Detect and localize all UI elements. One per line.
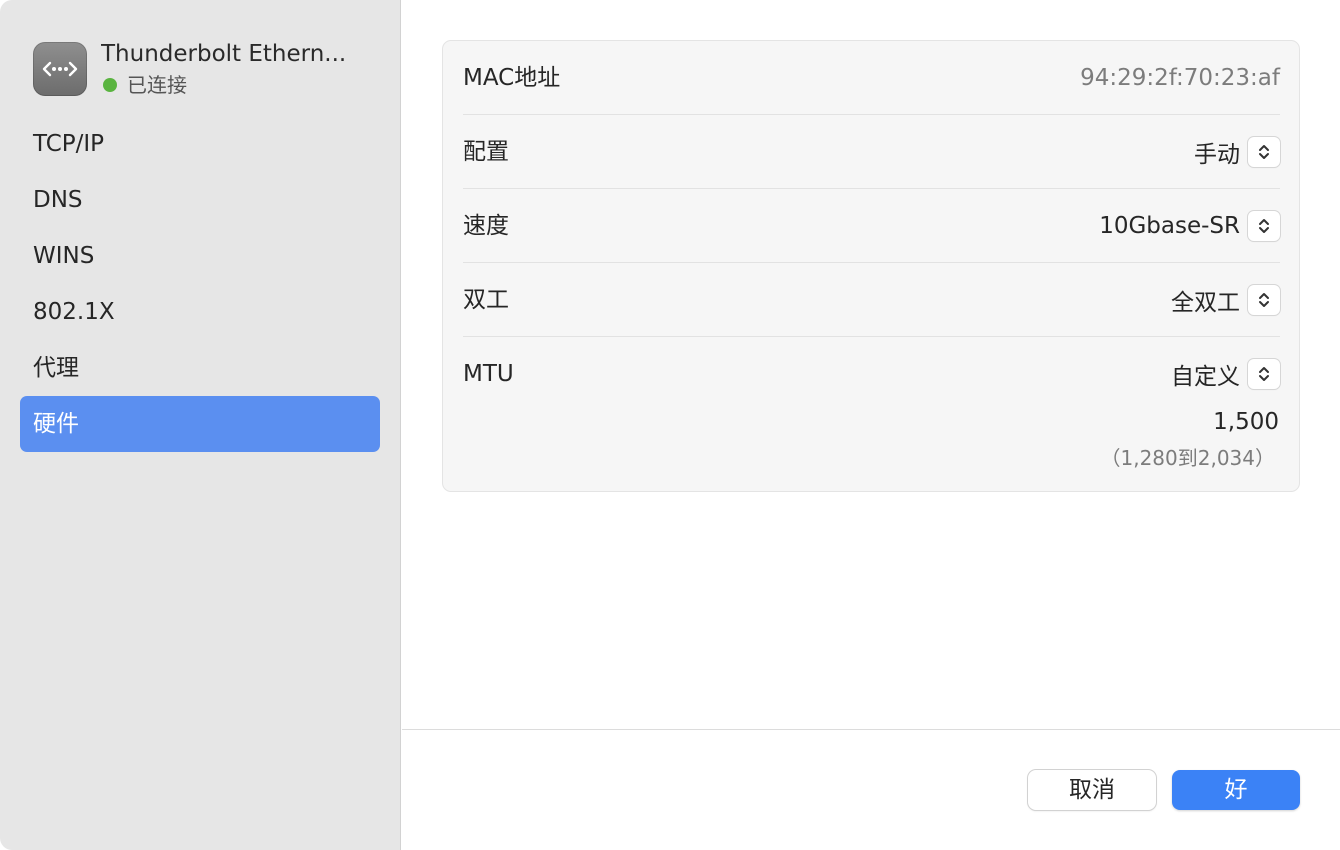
sidebar-nav: TCP/IP DNS WINS 802.1X 代理 硬件 <box>20 116 380 452</box>
speed-value: 10Gbase-SR <box>1099 213 1240 239</box>
speed-row: 速度 10Gbase-SR <box>463 189 1280 263</box>
speed-popup[interactable]: 10Gbase-SR <box>1099 211 1280 241</box>
sidebar-item-wins[interactable]: WINS <box>20 228 380 284</box>
speed-label: 速度 <box>463 213 509 239</box>
footer-divider <box>402 729 1340 730</box>
config-row: 配置 手动 <box>463 115 1280 189</box>
updown-chevron-icon <box>1248 211 1280 241</box>
hardware-settings-card: MAC地址 94:29:2f:70:23:af 配置 手动 速度 10Gbase… <box>442 40 1300 492</box>
mtu-label: MTU <box>463 361 514 387</box>
mac-address-label: MAC地址 <box>463 65 561 91</box>
mtu-row: MTU 自定义 <box>463 337 1280 411</box>
sidebar-item-hardware[interactable]: 硬件 <box>20 396 380 452</box>
updown-chevron-icon <box>1248 285 1280 315</box>
duplex-row: 双工 全双工 <box>463 263 1280 337</box>
sidebar-item-dns[interactable]: DNS <box>20 172 380 228</box>
mtu-value: 自定义 <box>1171 364 1240 390</box>
ethernet-icon <box>33 42 87 96</box>
device-name: Thunderbolt Ethern... <box>101 41 347 67</box>
cancel-button[interactable]: 取消 <box>1028 770 1156 810</box>
mac-address-value: 94:29:2f:70:23:af <box>1080 65 1280 91</box>
config-value: 手动 <box>1194 142 1240 168</box>
network-settings-window: Thunderbolt Ethern... 已连接 TCP/IP DNS WIN… <box>0 0 1340 850</box>
status-dot <box>103 78 117 92</box>
mtu-range-hint: （1,280到2,034） <box>1100 446 1275 470</box>
sidebar: Thunderbolt Ethern... 已连接 TCP/IP DNS WIN… <box>0 0 401 850</box>
mtu-number-field[interactable]: 1,500 <box>1213 407 1279 437</box>
duplex-label: 双工 <box>463 287 509 313</box>
sidebar-item-8021x[interactable]: 802.1X <box>20 284 380 340</box>
duplex-value: 全双工 <box>1171 290 1240 316</box>
updown-chevron-icon <box>1248 137 1280 167</box>
main-panel: MAC地址 94:29:2f:70:23:af 配置 手动 速度 10Gbase… <box>402 0 1340 850</box>
mtu-popup[interactable]: 自定义 <box>1171 359 1280 390</box>
updown-chevron-icon <box>1248 359 1280 389</box>
ok-button[interactable]: 好 <box>1172 770 1300 810</box>
sidebar-item-tcpip[interactable]: TCP/IP <box>20 116 380 172</box>
config-label: 配置 <box>463 139 509 165</box>
sidebar-item-proxy[interactable]: 代理 <box>20 340 380 396</box>
mac-address-row: MAC地址 94:29:2f:70:23:af <box>463 41 1280 115</box>
device-header: Thunderbolt Ethern... 已连接 <box>33 40 393 100</box>
duplex-popup[interactable]: 全双工 <box>1171 285 1280 316</box>
status-text: 已连接 <box>127 73 187 97</box>
config-popup[interactable]: 手动 <box>1194 137 1280 168</box>
